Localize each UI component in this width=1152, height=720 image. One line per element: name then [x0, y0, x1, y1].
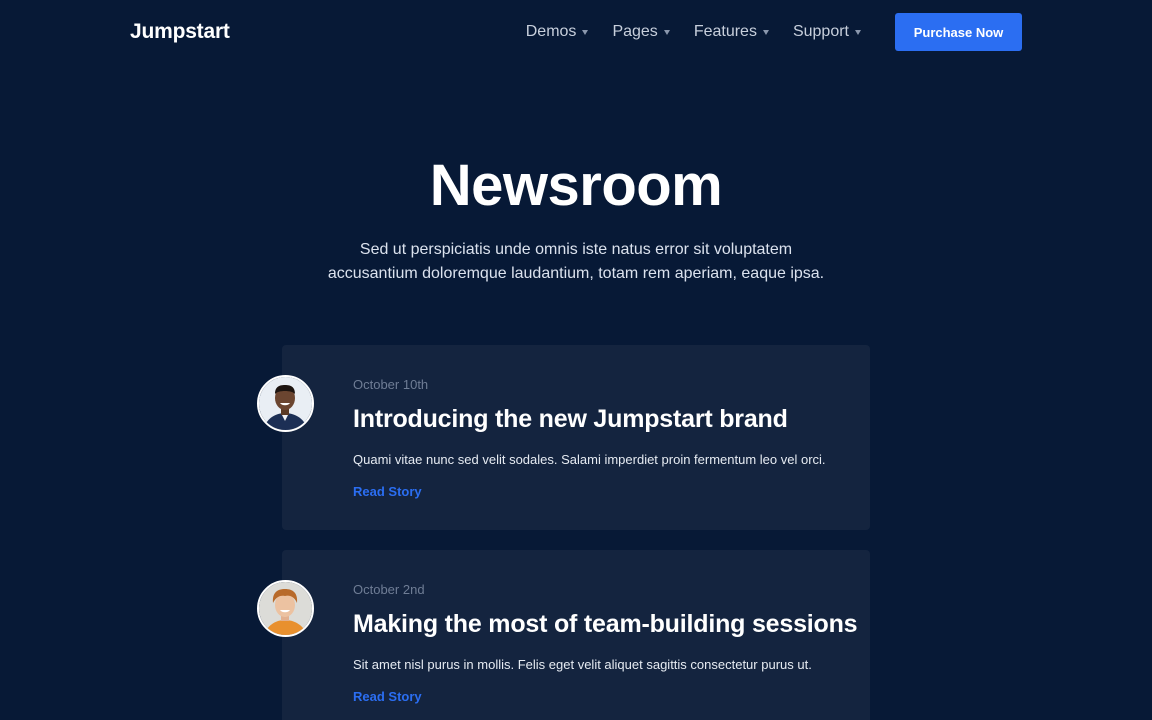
- post-excerpt: Quami vitae nunc sed velit sodales. Sala…: [353, 452, 826, 467]
- caret-down-icon: [582, 29, 589, 35]
- read-story-link[interactable]: Read Story: [353, 484, 422, 499]
- author-avatar: [257, 580, 314, 637]
- main-nav: Demos Pages Features Support Purchase No…: [526, 13, 1022, 51]
- caret-down-icon: [663, 29, 670, 35]
- post-excerpt: Sit amet nisl purus in mollis. Felis ege…: [353, 657, 812, 672]
- post-title[interactable]: Introducing the new Jumpstart brand: [353, 405, 788, 434]
- page-subtitle: Sed ut perspiciatis unde omnis iste natu…: [300, 238, 852, 286]
- nav-item-demos[interactable]: Demos: [526, 23, 589, 41]
- post-title[interactable]: Making the most of team-building session…: [353, 610, 858, 639]
- nav-item-features[interactable]: Features: [694, 23, 769, 41]
- purchase-now-button[interactable]: Purchase Now: [895, 13, 1022, 51]
- post-date: October 2nd: [353, 582, 425, 597]
- subtitle-line: Sed ut perspiciatis unde omnis iste natu…: [359, 241, 793, 258]
- nav-item-label: Demos: [525, 23, 577, 40]
- site-header: Jumpstart Demos Pages Features Support P…: [130, 13, 1022, 51]
- page-title: Newsroom: [429, 153, 723, 218]
- news-card: October 10th Introducing the new Jumpsta…: [257, 345, 870, 530]
- nav-item-pages[interactable]: Pages: [612, 23, 670, 41]
- subtitle-line: accusantium doloremque laudantium, totam…: [327, 265, 825, 282]
- author-avatar: [257, 375, 314, 432]
- nav-item-label: Pages: [612, 23, 658, 40]
- newsroom-page: Jumpstart Demos Pages Features Support P…: [0, 0, 1152, 720]
- logo[interactable]: Jumpstart: [130, 20, 230, 44]
- caret-down-icon: [855, 29, 861, 35]
- read-story-link[interactable]: Read Story: [353, 689, 422, 704]
- nav-item-label: Support: [792, 23, 849, 40]
- nav-item-support[interactable]: Support: [793, 23, 861, 41]
- caret-down-icon: [762, 29, 769, 35]
- post-date: October 10th: [353, 377, 429, 392]
- news-card: October 2nd Making the most of team-buil…: [257, 550, 870, 720]
- nav-item-label: Features: [693, 23, 757, 40]
